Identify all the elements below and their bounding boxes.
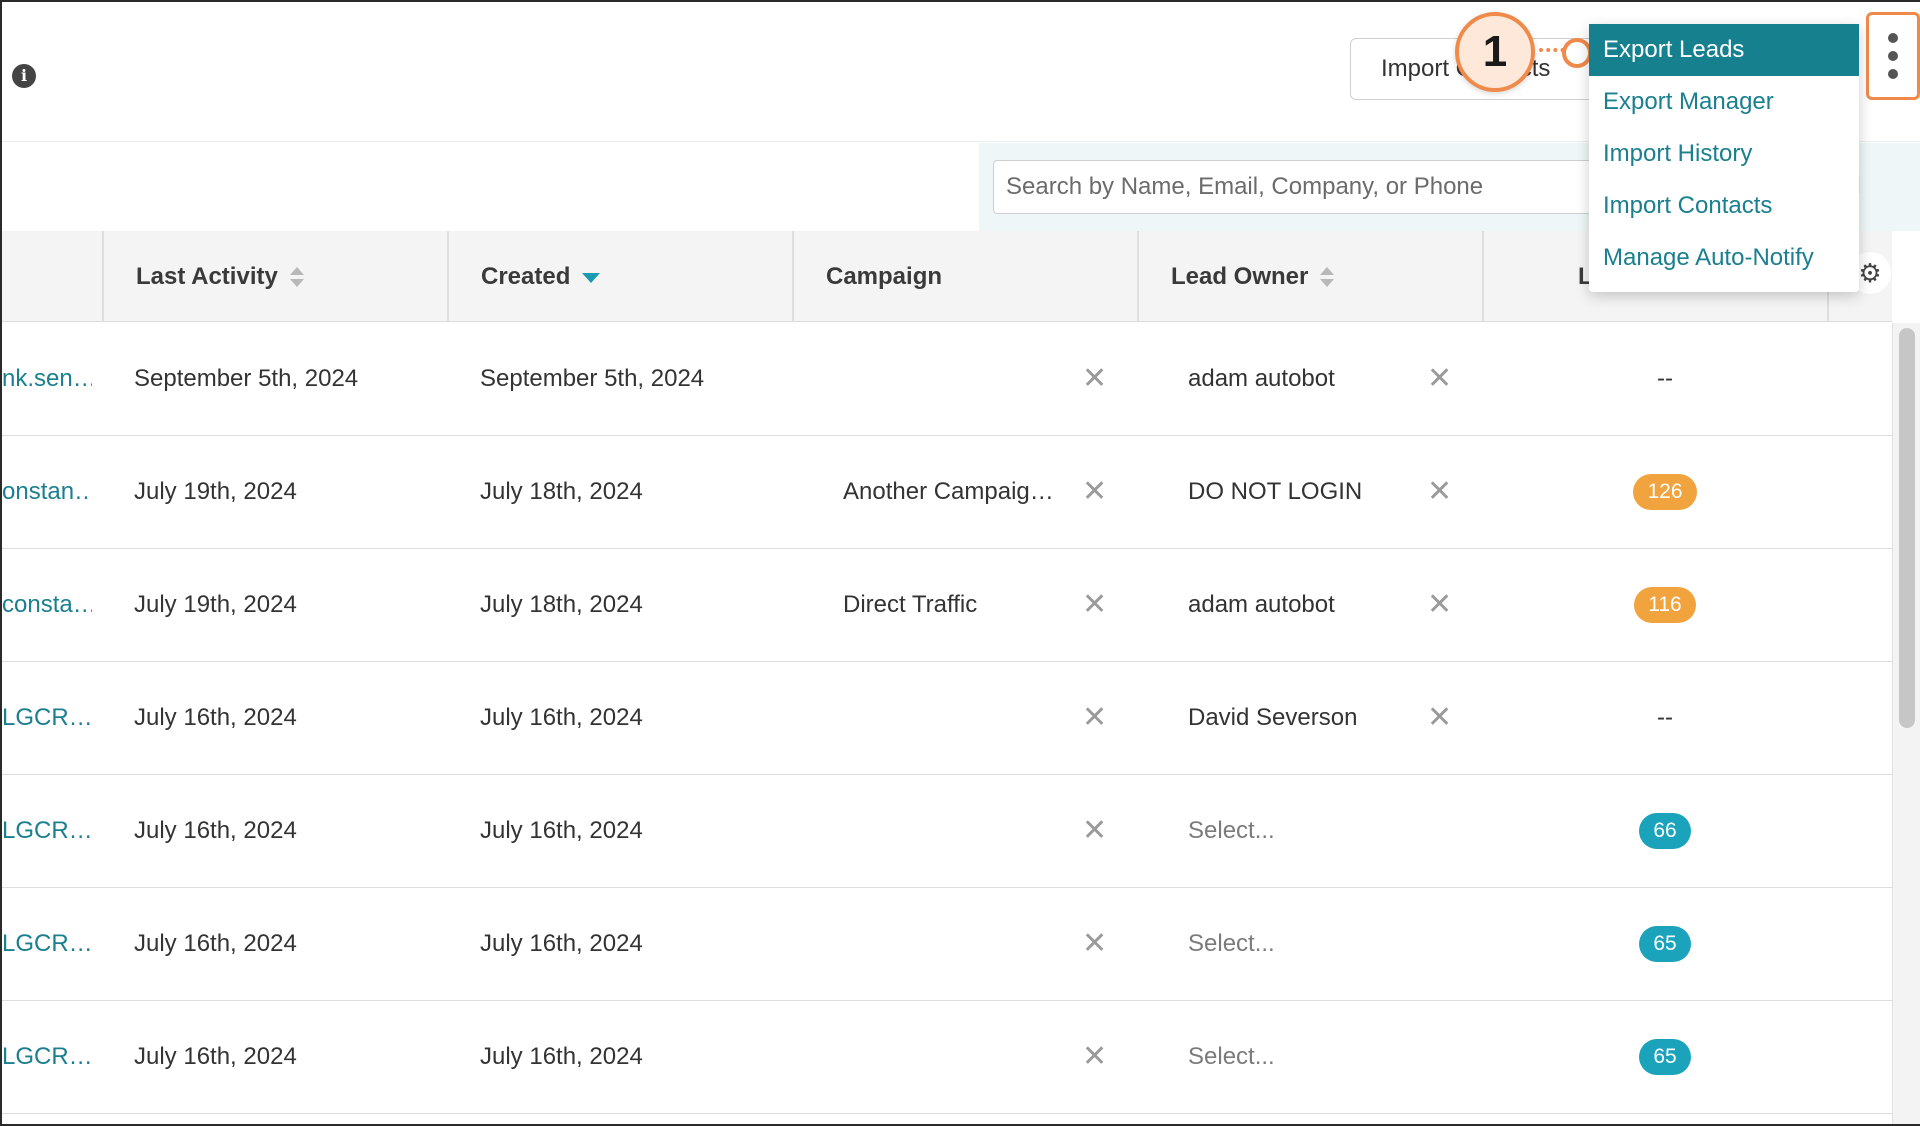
search-input[interactable] xyxy=(993,160,1593,214)
lead-owner-cell[interactable]: David Severson xyxy=(1188,662,1357,774)
table-row[interactable]: onstan… July 19th, 2024 July 18th, 2024 … xyxy=(2,436,1892,549)
campaign-cell[interactable] xyxy=(843,775,1058,887)
lead-name-link[interactable]: LGCR… xyxy=(2,775,92,887)
table-row[interactable]: LGCR… July 16th, 2024 July 16th, 2024 ✕ … xyxy=(2,775,1892,888)
sort-icon xyxy=(1320,266,1335,289)
column-header-last-activity[interactable]: Last Activity xyxy=(102,231,447,322)
campaign-cell[interactable] xyxy=(843,1001,1058,1113)
info-icon[interactable]: i xyxy=(12,64,36,88)
last-activity-cell: July 16th, 2024 xyxy=(134,1043,297,1070)
last-activity-cell: July 16th, 2024 xyxy=(134,817,297,844)
lead-name-link[interactable]: LGCR… xyxy=(2,1001,92,1113)
lead-owner-select[interactable]: Select... xyxy=(1188,775,1275,887)
lead-score-badge: 116 xyxy=(1634,587,1696,623)
menu-item-import-history[interactable]: Import History xyxy=(1589,128,1859,180)
created-cell: July 18th, 2024 xyxy=(480,478,643,505)
table-row[interactable]: LGCR… July 16th, 2024 July 16th, 2024 ✕ … xyxy=(2,662,1892,775)
table-row[interactable]: nk.sen… September 5th, 2024 September 5t… xyxy=(2,323,1892,436)
sort-icon xyxy=(289,266,304,289)
created-cell: July 16th, 2024 xyxy=(480,1043,643,1070)
kebab-dot-icon xyxy=(1888,69,1898,79)
lead-owner-select[interactable]: Select... xyxy=(1188,888,1275,1000)
lead-owner-cell[interactable]: adam autobot xyxy=(1188,323,1335,435)
campaign-cell[interactable]: Direct Traffic xyxy=(843,549,1058,661)
campaign-cell[interactable] xyxy=(843,662,1058,774)
more-options-button[interactable] xyxy=(1866,12,1920,100)
app-frame: i Import Contacts 1 Export Leads Export … xyxy=(0,0,1920,1126)
table-body: nk.sen… September 5th, 2024 September 5t… xyxy=(2,323,1892,1114)
lead-score-cell: 116 xyxy=(1602,549,1728,661)
clear-owner-icon[interactable]: ✕ xyxy=(1427,323,1452,435)
last-activity-cell: September 5th, 2024 xyxy=(134,365,359,392)
clear-campaign-icon[interactable]: ✕ xyxy=(1082,662,1107,774)
lead-name-link[interactable]: LGCR… xyxy=(2,888,92,1000)
clear-campaign-icon[interactable]: ✕ xyxy=(1082,1001,1107,1113)
lead-owner-select[interactable]: Select... xyxy=(1188,1001,1275,1113)
more-options-menu: Export Leads Export Manager Import Histo… xyxy=(1589,24,1859,292)
lead-owner-cell[interactable]: adam autobot xyxy=(1188,549,1335,661)
menu-item-export-manager[interactable]: Export Manager xyxy=(1589,76,1859,128)
lead-name-link[interactable]: LGCR… xyxy=(2,662,92,774)
clear-campaign-icon[interactable]: ✕ xyxy=(1082,888,1107,1000)
created-cell: July 18th, 2024 xyxy=(480,591,643,618)
lead-score-badge: 65 xyxy=(1639,1039,1691,1075)
column-label: Last Activity xyxy=(136,263,278,290)
lead-score-empty: -- xyxy=(1657,704,1673,731)
last-activity-cell: July 19th, 2024 xyxy=(134,478,297,505)
table-row[interactable]: LGCR… July 16th, 2024 July 16th, 2024 ✕ … xyxy=(2,1001,1892,1114)
scrollbar-thumb[interactable] xyxy=(1899,328,1915,728)
clear-campaign-icon[interactable]: ✕ xyxy=(1082,323,1107,435)
lead-score-cell: 65 xyxy=(1602,888,1728,1000)
created-cell: July 16th, 2024 xyxy=(480,704,643,731)
lead-score-cell: 66 xyxy=(1602,775,1728,887)
lead-score-badge: 66 xyxy=(1639,813,1691,849)
table-row[interactable]: LGCR… July 16th, 2024 July 16th, 2024 ✕ … xyxy=(2,888,1892,1001)
last-activity-cell: July 19th, 2024 xyxy=(134,591,297,618)
clear-owner-icon[interactable]: ✕ xyxy=(1427,662,1452,774)
lead-score-cell: -- xyxy=(1602,662,1728,774)
lead-name-link[interactable]: onstan… xyxy=(2,436,92,548)
clear-owner-icon[interactable]: ✕ xyxy=(1427,436,1452,548)
column-header-lead-owner[interactable]: Lead Owner xyxy=(1137,231,1482,322)
lead-score-badge: 65 xyxy=(1639,926,1691,962)
lead-score-empty: -- xyxy=(1657,365,1673,392)
column-header-campaign[interactable]: Campaign xyxy=(792,231,1137,322)
column-label: Created xyxy=(481,263,571,290)
created-cell: September 5th, 2024 xyxy=(480,365,705,392)
lead-score-cell: -- xyxy=(1602,323,1728,435)
lead-score-cell: 65 xyxy=(1602,1001,1728,1113)
column-header-created[interactable]: Created xyxy=(447,231,792,322)
clear-campaign-icon[interactable]: ✕ xyxy=(1082,775,1107,887)
clear-campaign-icon[interactable]: ✕ xyxy=(1082,436,1107,548)
menu-item-manage-auto-notify[interactable]: Manage Auto-Notify xyxy=(1589,232,1859,284)
created-cell: July 16th, 2024 xyxy=(480,930,643,957)
column-label: Lead Owner xyxy=(1171,263,1309,290)
campaign-cell[interactable]: Another Campaig… xyxy=(843,436,1058,548)
campaign-cell[interactable] xyxy=(843,888,1058,1000)
table-row[interactable]: consta… July 19th, 2024 July 18th, 2024 … xyxy=(2,549,1892,662)
lead-owner-cell[interactable]: DO NOT LOGIN xyxy=(1188,436,1362,548)
clear-owner-icon[interactable]: ✕ xyxy=(1427,549,1452,661)
lead-score-cell: 126 xyxy=(1602,436,1728,548)
step-marker-1: 1 xyxy=(1455,12,1535,92)
last-activity-cell: July 16th, 2024 xyxy=(134,704,297,731)
campaign-cell[interactable] xyxy=(843,323,1058,435)
column-label: Campaign xyxy=(826,263,943,290)
menu-item-export-leads[interactable]: Export Leads xyxy=(1589,24,1859,76)
lead-name-link[interactable]: nk.sen… xyxy=(2,323,92,435)
kebab-dot-icon xyxy=(1888,51,1898,61)
step-marker-target-ring xyxy=(1562,38,1592,68)
sort-descending-icon xyxy=(582,272,601,283)
last-activity-cell: July 16th, 2024 xyxy=(134,930,297,957)
kebab-dot-icon xyxy=(1888,33,1898,43)
clear-campaign-icon[interactable]: ✕ xyxy=(1082,549,1107,661)
lead-score-badge: 126 xyxy=(1633,474,1697,510)
lead-name-link[interactable]: consta… xyxy=(2,549,92,661)
menu-item-import-contacts[interactable]: Import Contacts xyxy=(1589,180,1859,232)
created-cell: July 16th, 2024 xyxy=(480,817,643,844)
